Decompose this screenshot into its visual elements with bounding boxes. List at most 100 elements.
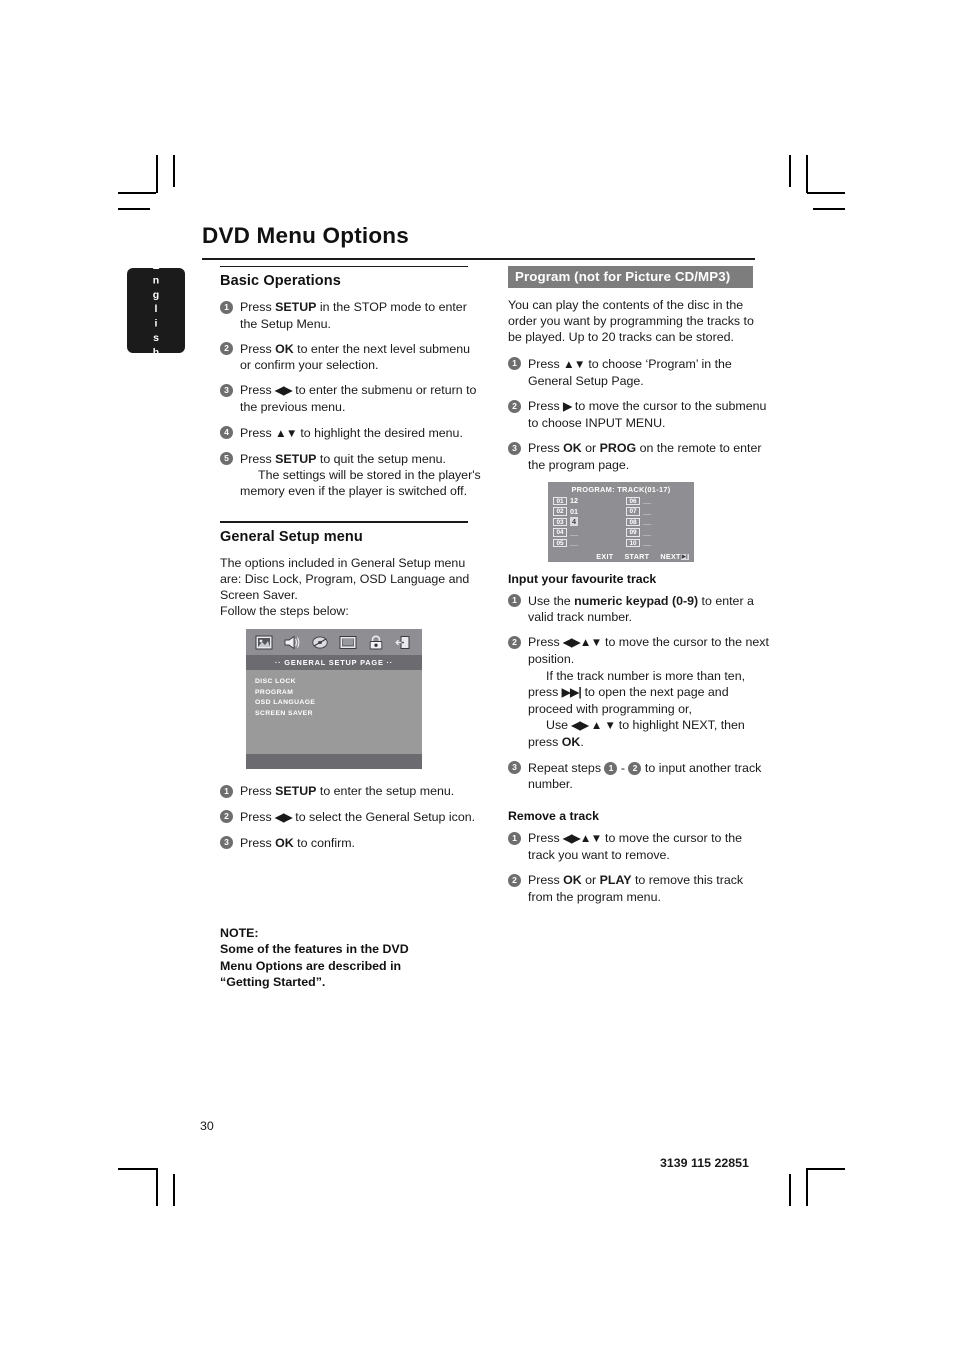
osd-program-slot: 09 __ [626,527,694,537]
basic-step-2-text: Press OK to enter the next level submenu… [240,341,471,372]
slot-number: 02 [553,507,567,516]
note-line-2: Menu Options are described in [220,958,402,973]
slot-number: 07 [626,507,640,516]
input-track-heading: Input your favourite track [508,571,657,586]
arrow-left-right-icon: ◀▶ [275,385,292,398]
remove-track-step-1-text: Press ◀▶▲▼ to move the cursor to the tra… [528,831,743,863]
key-play: PLAY [599,873,632,888]
slot-value: 01 [570,506,578,516]
exit-door-icon [394,634,414,651]
key-setup: SETUP [275,300,317,315]
slot-number: 04 [553,528,567,537]
input-track-step-2-extra-2: Use ◀▶ ▲ ▼ to highlight NEXT, then press… [528,718,745,750]
arrow-cluster-icon: ◀▶▲▼ [563,637,602,650]
basic-step-5: 5 Press SETUP to quit the setup menu. Th… [220,451,482,500]
general-setup-heading: General Setup menu [220,528,363,545]
key-prog: PROG [599,441,637,456]
step-ref-2: 2 [628,761,642,775]
slot-value: __ [570,538,578,548]
osd-next-text: NEXT [660,551,681,561]
general-setup-step-3: 3 Press OK to confirm. [220,835,482,851]
slot-value: __ [643,496,651,506]
key-ok: OK [561,735,581,750]
step-number-badge: 3 [508,441,521,455]
next-page-icon: ▶▶| [561,686,582,699]
remove-track-step-2: 2 Press OK or PLAY to remove this track … [508,872,770,904]
general-setup-intro: The options included in General Setup me… [220,555,482,620]
speaker-icon [282,634,302,651]
numeric-keypad-emphasis: numeric keypad (0-9) [574,593,699,608]
key-setup: SETUP [275,451,317,466]
basic-step-5-extra: The settings will be stored in the playe… [240,467,481,499]
note-label: NOTE: [220,926,259,940]
slot-value: __ [643,506,651,516]
page-title: DVD Menu Options [202,223,409,248]
general-setup-divider [220,521,468,523]
step-number-badge: 5 [220,452,233,466]
osd-icon-row [246,629,422,656]
step-number-badge: 2 [508,399,521,413]
osd-menu-item-disc-lock: DISC LOCK [255,678,296,686]
slot-number: 05 [553,538,567,548]
note-line-1: Some of the features in the DVD [220,942,409,957]
crop-mark-top-right [786,155,846,215]
basic-step-5-text: Press SETUP to quit the setup menu. [240,451,446,466]
osd-next-label: NEXT▶| [660,552,689,561]
repeat-steps-pre: Repeat steps [528,760,605,775]
arrow-up-down-icon: ▲▼ [275,427,297,440]
picture-icon [254,634,274,651]
arrow-cluster-icon: ◀▶▲▼ [563,833,602,846]
osd-program-slot: 01 12 [553,496,621,506]
step-number-badge: 2 [508,635,521,649]
general-setup-step-1-text: Press SETUP to enter the setup menu. [240,784,455,799]
lock-icon [366,634,386,651]
step-number-badge: 3 [220,383,233,397]
osd-program-footer: EXIT START NEXT▶| [548,552,694,561]
step-number-badge: 2 [220,342,233,356]
general-setup-intro-line1: The options included in General Setup me… [220,555,470,603]
program-step-1: 1 Press ▲▼ to choose ‘Program’ in the Ge… [508,356,770,389]
osd-program-left-column: 01 12 02 01 03 4 04 __ 05 __ [548,496,621,549]
step-number-badge: 1 [508,357,521,371]
general-setup-intro-line2: Follow the steps below: [220,604,349,619]
video-screen-icon [338,634,358,651]
input-track-step-2-extra-1: If the track number is more than ten, pr… [528,668,746,717]
key-ok: OK [275,341,294,356]
slot-value: 12 [570,496,578,506]
input-track-step-1-text: Use the numeric keypad (0-9) to enter a … [528,594,754,624]
right-column: Program (not for Picture CD/MP3) You can… [508,266,770,914]
step-number-badge: 2 [220,810,233,824]
step-number-badge: 1 [220,784,233,798]
program-step-1-text: Press ▲▼ to choose ‘Program’ in the Gene… [528,356,732,388]
slot-number: 03 [553,517,567,527]
note-block: NOTE: Some of the features in the DVD Me… [220,925,470,991]
program-step-3: 3 Press OK or PROG on the remote to ente… [508,440,770,472]
crop-mark-bottom-left [118,1168,178,1228]
slot-number: 06 [626,496,640,506]
crop-mark-bottom-right [786,1168,846,1228]
step-number-badge: 1 [220,300,233,314]
remove-track-step-2-text: Press OK or PLAY to remove this track fr… [528,873,744,904]
arrow-cluster-icon: ◀▶ ▲ ▼ [571,720,616,733]
language-tab-label: English [150,260,162,361]
slot-value: __ [643,517,651,527]
basic-step-3: 3 Press ◀▶ to enter the submenu or retur… [220,382,482,415]
osd-program-title: PROGRAM: TRACK(01-17) [571,484,671,494]
osd-program-slot: 10 __ [626,538,694,548]
step-number-badge: 1 [508,831,521,845]
slot-number: 01 [553,496,567,506]
basic-operations-divider [220,266,468,268]
slot-value: __ [643,538,651,548]
input-track-step-3: 3 Repeat steps 1 - 2 to input another tr… [508,760,770,792]
crop-mark-top-left [118,155,178,215]
osd-start-label: START [624,551,650,561]
key-ok: OK [563,873,582,888]
language-tab: English [127,260,185,361]
basic-operations-heading: Basic Operations [220,273,341,290]
input-track-step-3-text: Repeat steps 1 - 2 to input another trac… [528,761,761,791]
basic-step-1: 1 Press SETUP in the STOP mode to enter … [220,299,482,331]
general-setup-step-2: 2 Press ◀▶ to select the General Setup i… [220,809,482,826]
step-number-badge: 3 [508,761,521,775]
osd-program-slot: 07 __ [626,506,694,516]
remove-track-heading: Remove a track [508,809,599,824]
